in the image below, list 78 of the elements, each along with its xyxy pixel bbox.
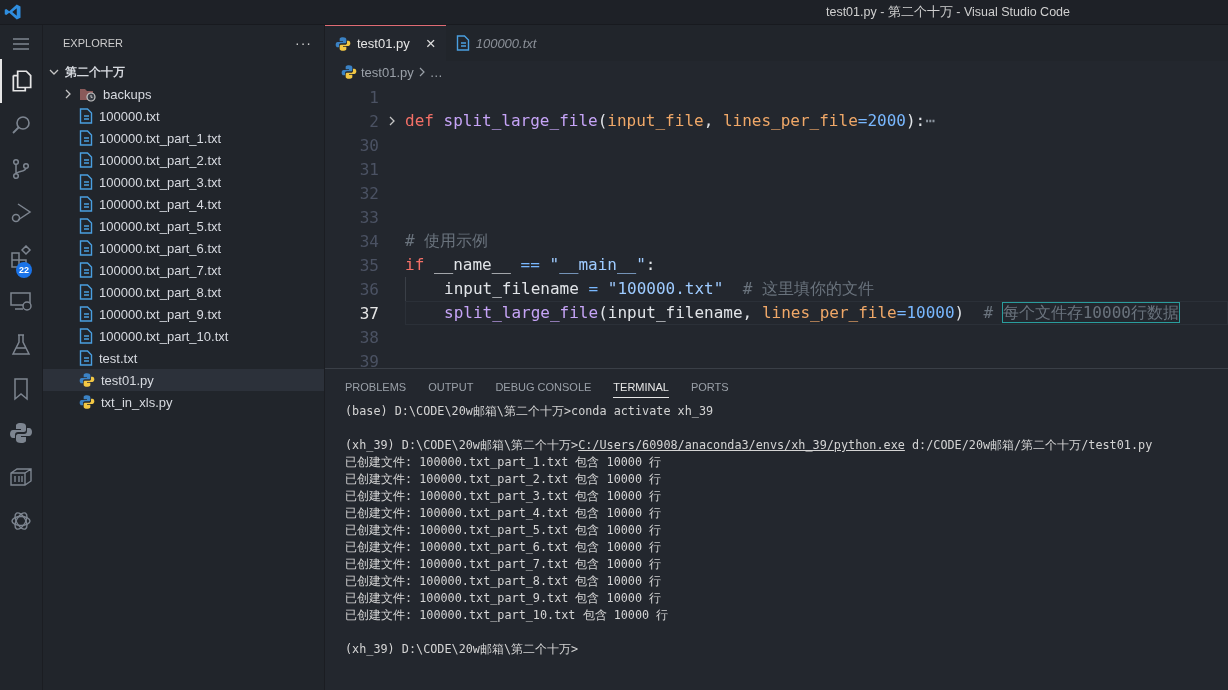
document-icon xyxy=(79,152,93,168)
document-icon xyxy=(455,35,470,51)
knot-icon xyxy=(9,509,33,533)
chevron-right-icon[interactable] xyxy=(63,89,73,99)
document-icon xyxy=(79,306,93,322)
run-debug-icon xyxy=(9,201,33,225)
terminal-line: 已创建文件: 100000.txt_part_7.txt 包含 10000 行 xyxy=(345,556,663,573)
chevron-down-icon[interactable] xyxy=(49,67,59,77)
file-item[interactable]: txt_in_xls.py xyxy=(43,391,324,413)
file-item[interactable]: 100000.txt_part_1.txt xyxy=(43,127,324,149)
document-icon xyxy=(79,108,93,124)
document-icon xyxy=(79,196,93,212)
file-item[interactable]: 100000.txt_part_4.txt xyxy=(43,193,324,215)
terminal-line: 已创建文件: 100000.txt_part_10.txt 包含 10000 行 xyxy=(345,607,670,624)
terminal-line: 已创建文件: 100000.txt_part_6.txt 包含 10000 行 xyxy=(345,539,663,556)
terminal-line: (xh_39) D:\CODE\20w邮箱\第二个十万>C:/Users/60908/anaconda3/envs/xh_39/python.exe d:/CODE/20w邮箱/第二个十万/test01.py xyxy=(345,437,1154,454)
menu-icon[interactable] xyxy=(12,37,30,51)
document-icon xyxy=(79,174,93,190)
file-item[interactable]: 100000.txt_part_3.txt xyxy=(43,171,324,193)
file-item[interactable]: 100000.txt xyxy=(43,105,324,127)
line-number: 37 xyxy=(358,303,379,323)
file-item[interactable]: 100000.txt_part_2.txt xyxy=(43,149,324,171)
flask-icon xyxy=(9,333,33,357)
panel-tab[interactable]: PORTS xyxy=(690,375,729,397)
terminal-line: 已创建文件: 100000.txt_part_9.txt 包含 10000 行 xyxy=(345,590,663,607)
more-actions-button[interactable]: ··· xyxy=(295,35,312,51)
remote-explorer-icon xyxy=(9,289,33,313)
terminal-line: 已创建文件: 100000.txt_part_4.txt 包含 10000 行 xyxy=(345,505,663,522)
sidebar-title: EXPLORER xyxy=(63,37,123,49)
document-icon xyxy=(79,218,93,234)
terminal-line: 已创建文件: 100000.txt_part_2.txt 包含 10000 行 xyxy=(345,471,663,488)
terminal-line: (xh_39) D:\CODE\20w邮箱\第二个十万> xyxy=(345,641,580,658)
file-item[interactable]: 100000.txt_part_9.txt xyxy=(43,303,324,325)
folder-item[interactable]: backups xyxy=(43,83,324,105)
code-line: def split_large_file(input_file, lines_per_file=2000):⋯ xyxy=(405,110,936,132)
panel-tab[interactable]: OUTPUT xyxy=(428,375,474,397)
python-file-icon xyxy=(341,64,357,80)
document-icon xyxy=(79,284,93,300)
app-logo-icon xyxy=(4,3,22,21)
document-icon xyxy=(79,328,93,344)
extensions-icon xyxy=(9,245,33,269)
panel-tab[interactable]: PROBLEMS xyxy=(345,375,407,397)
file-item[interactable]: 100000.txt_part_5.txt xyxy=(43,215,324,237)
code-line: # 使用示例 xyxy=(405,230,490,252)
document-icon xyxy=(79,262,93,278)
file-item[interactable]: test.txt xyxy=(43,347,324,369)
chevron-right-icon[interactable] xyxy=(387,116,397,126)
document-icon xyxy=(79,350,93,366)
terminal-line: 已创建文件: 100000.txt_part_8.txt 包含 10000 行 xyxy=(345,573,663,590)
chevron-right-icon xyxy=(417,67,426,77)
python-file-icon xyxy=(335,35,351,52)
file-item[interactable]: 100000.txt_part_7.txt xyxy=(43,259,324,281)
file-item[interactable]: 100000.txt_part_10.txt xyxy=(43,325,324,347)
python-icon xyxy=(9,421,33,445)
file-item[interactable]: test01.py xyxy=(43,369,324,391)
folder-clock-icon xyxy=(79,86,97,102)
terminal-link[interactable]: C:/Users/60908/anaconda3/envs/xh_39/python.exe xyxy=(578,438,905,452)
document-icon xyxy=(79,130,93,146)
window-title: test01.py - 第二个十万 - Visual Studio Code xyxy=(825,3,1070,21)
panel-tab[interactable]: DEBUG CONSOLE xyxy=(495,375,592,397)
document-icon xyxy=(79,240,93,256)
close-button[interactable]: × xyxy=(425,33,436,54)
container-icon xyxy=(9,465,33,489)
python-file-icon xyxy=(79,394,95,410)
file-item[interactable]: 100000.txt_part_8.txt xyxy=(43,281,324,303)
panel-tab[interactable]: TERMINAL xyxy=(613,374,669,398)
terminal-line: 已创建文件: 100000.txt_part_5.txt 包含 10000 行 xyxy=(345,522,663,539)
badge-count: 22 xyxy=(16,262,32,278)
terminal-line: 已创建文件: 100000.txt_part_3.txt 包含 10000 行 xyxy=(345,488,663,505)
python-file-icon xyxy=(79,372,95,388)
files-icon xyxy=(9,68,35,94)
terminal-line: (base) D:\CODE\20w邮箱\第二个十万>conda activate xh_39 xyxy=(345,403,715,420)
folder-item[interactable]: 第二个十万 xyxy=(43,61,324,83)
breadcrumb-item[interactable]: test01.py xyxy=(361,64,414,80)
file-item[interactable]: 100000.txt_part_6.txt xyxy=(43,237,324,259)
terminal-line: 已创建文件: 100000.txt_part_1.txt 包含 10000 行 xyxy=(345,454,663,471)
code-line: if __name__ == "__main__": xyxy=(405,254,657,276)
breadcrumb-item[interactable]: … xyxy=(429,64,443,80)
